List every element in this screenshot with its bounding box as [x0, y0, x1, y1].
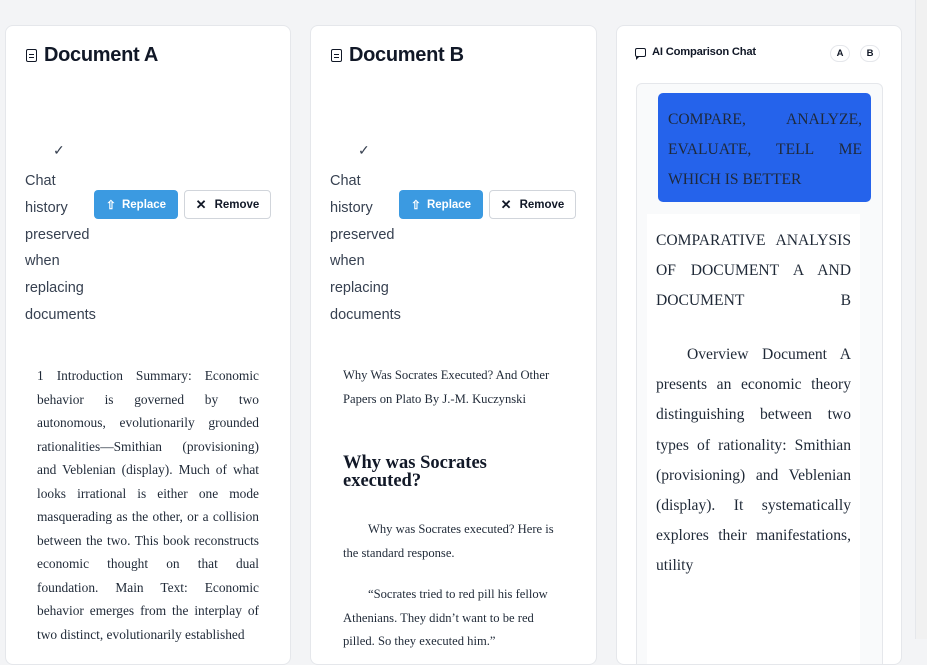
close-icon: ✕ [195, 197, 207, 212]
check-icon: ✓ [358, 142, 370, 158]
document-b-heading: Why was Socrates executed? [343, 453, 487, 491]
chat-bubble-icon [635, 47, 646, 60]
user-message-text: COMPARE, ANALYZE, EVALUATE, TELL ME WHIC… [668, 111, 862, 188]
document-a-title: Document A [44, 44, 159, 66]
note-word: Chat [25, 173, 56, 189]
page-scrollbar[interactable] [915, 0, 927, 639]
replace-button[interactable]: ⇧ Replace [399, 190, 483, 219]
check-icon: ✓ [53, 142, 65, 158]
close-icon: ✕ [500, 197, 512, 212]
upload-icon: ⇧ [410, 197, 421, 212]
note-word: documents [330, 306, 401, 323]
note-word: when [25, 253, 60, 270]
upload-icon: ⇧ [105, 197, 116, 212]
chat-preserved-note: Chat history preserved when replacing do… [25, 168, 105, 329]
remove-button[interactable]: ✕ Remove [184, 190, 271, 219]
chat-title: AI Comparison Chat [652, 46, 756, 58]
document-a-panel: Document A ✓ Chat history preserved when… [5, 25, 291, 665]
document-icon [26, 49, 37, 62]
document-a-badge: A [830, 45, 850, 62]
replace-label: Replace [121, 198, 167, 211]
replace-button[interactable]: ⇧ Replace [94, 190, 178, 219]
note-word: replacing [25, 280, 84, 297]
assistant-message: COMPARATIVE ANALYSIS OF DOCUMENT A AND D… [647, 214, 860, 664]
chat-messages[interactable]: COMPARE, ANALYZE, EVALUATE, TELL ME WHIC… [636, 83, 883, 664]
document-icon [331, 49, 342, 62]
document-b-paragraph: Why was Socrates executed? Here is the s… [343, 522, 554, 560]
remove-label: Remove [519, 198, 565, 211]
note-word: preserved [330, 226, 395, 243]
document-b-header: Document B [331, 44, 464, 67]
chat-header: AI Comparison Chat [635, 46, 756, 60]
note-word: preserved [25, 226, 90, 243]
assistant-message-title: COMPARATIVE ANALYSIS OF DOCUMENT A AND D… [656, 232, 851, 309]
document-a-content: 1 Introduction Summary: Economic behavio… [37, 368, 259, 642]
replace-label: Replace [426, 198, 472, 211]
note-word: when [330, 253, 365, 270]
note-word: Chat [330, 173, 361, 189]
document-a-header: Document A [26, 44, 158, 67]
document-b-paragraph: “Socrates tried to red pill his fellow A… [343, 587, 548, 648]
document-b-badge: B [860, 45, 880, 62]
note-word: documents [25, 306, 96, 323]
document-b-title: Document B [349, 44, 464, 66]
comparison-chat-panel: AI Comparison Chat A B COMPARE, ANALYZE,… [616, 25, 902, 665]
user-message: COMPARE, ANALYZE, EVALUATE, TELL ME WHIC… [658, 93, 871, 202]
document-b-panel: Document B ✓ Chat history preserved when… [310, 25, 597, 665]
note-word: replacing [330, 280, 389, 297]
top-bar-cut [0, 0, 915, 6]
chat-preserved-note: Chat history preserved when replacing do… [330, 168, 410, 329]
assistant-message-body: Overview Document A presents an economic… [656, 346, 851, 575]
remove-label: Remove [214, 198, 260, 211]
note-word: history [25, 199, 68, 216]
remove-button[interactable]: ✕ Remove [489, 190, 576, 219]
note-word: history [330, 199, 373, 216]
document-b-source-line: Why Was Socrates Executed? And Other Pap… [343, 368, 550, 406]
